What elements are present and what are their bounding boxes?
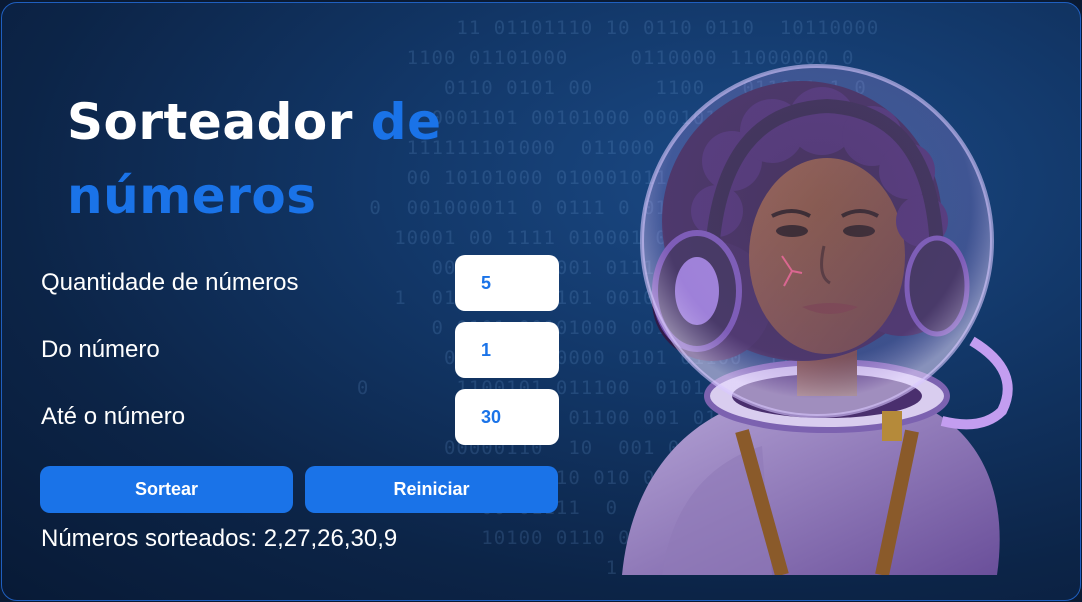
page-title: Sorteador de números bbox=[67, 85, 487, 233]
app-container: 11 01101110 10 0110 0110 10110000 1100 0… bbox=[1, 2, 1081, 601]
to-row: Até o número bbox=[41, 389, 561, 447]
title-accent: números bbox=[67, 167, 317, 225]
quantity-label: Quantidade de números bbox=[41, 269, 299, 296]
quantity-input[interactable] bbox=[455, 255, 559, 311]
to-label: Até o número bbox=[41, 403, 186, 430]
astronaut-girl-illustration bbox=[622, 64, 1013, 575]
title-main: Sorteador bbox=[67, 93, 353, 151]
from-label: Do número bbox=[41, 336, 160, 363]
drawn-numbers-result: Números sorteados: 2,27,26,30,9 bbox=[41, 525, 398, 552]
from-input[interactable] bbox=[455, 322, 559, 378]
to-input[interactable] bbox=[455, 389, 559, 445]
title-accent: de bbox=[370, 93, 442, 151]
reset-button[interactable]: Reiniciar bbox=[305, 466, 558, 513]
from-row: Do número bbox=[41, 322, 561, 380]
quantity-row: Quantidade de números bbox=[41, 255, 561, 313]
draw-button[interactable]: Sortear bbox=[40, 466, 293, 513]
